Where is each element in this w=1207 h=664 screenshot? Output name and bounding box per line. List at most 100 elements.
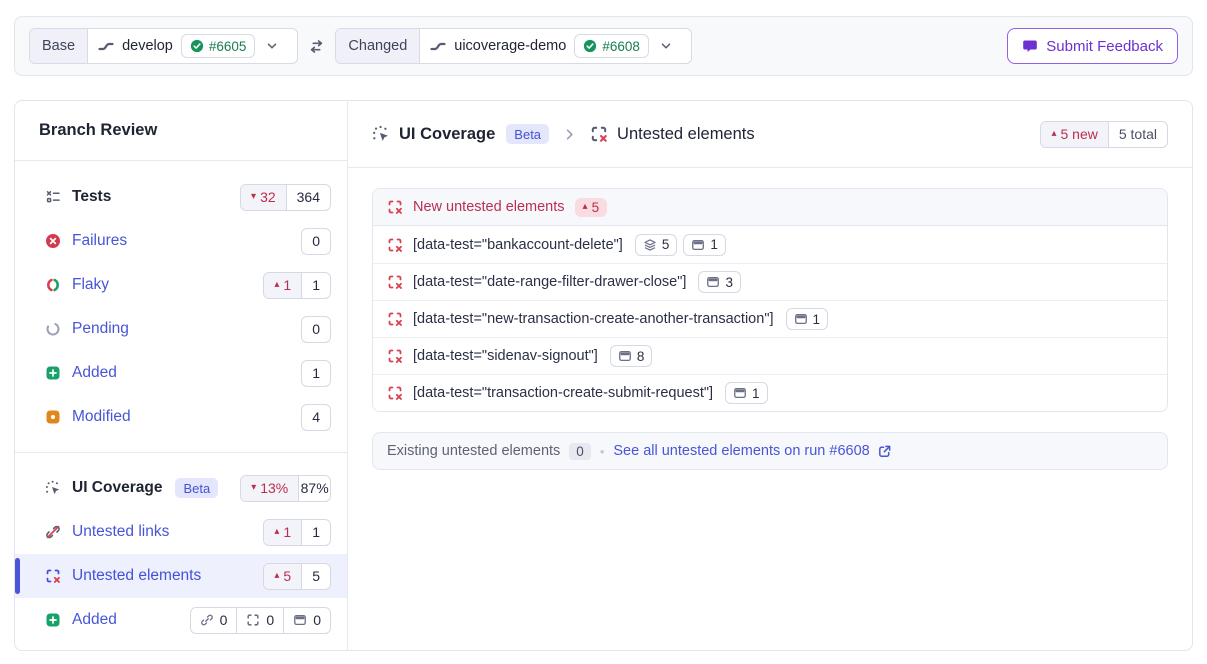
sidebar-nav: Tests ▾32 364 Failures 0 xyxy=(15,161,347,642)
untested-element-icon xyxy=(590,125,608,143)
new-count-pill: ▴5 xyxy=(575,198,608,217)
sidebar-item-label: Untested elements xyxy=(72,567,201,585)
added-icon xyxy=(45,365,61,381)
table-row[interactable]: [data-test="date-range-filter-drawer-clo… xyxy=(373,263,1167,300)
sidebar-item-untested-links[interactable]: Untested links ▴1 1 xyxy=(15,510,347,554)
table-row[interactable]: [data-test="sidenav-signout"] 8 xyxy=(373,337,1167,374)
changed-run-badge[interactable]: #6608 xyxy=(574,34,649,58)
element-selector: [data-test="sidenav-signout"] xyxy=(413,348,598,364)
element-window-icon xyxy=(618,349,632,363)
beta-badge: Beta xyxy=(175,478,218,498)
element-count-badge: 1 xyxy=(786,308,829,330)
existing-elements-count: 0 xyxy=(569,443,591,460)
changed-label: Changed xyxy=(336,29,420,63)
branch-icon xyxy=(430,38,446,54)
sidebar-title: Branch Review xyxy=(15,101,347,161)
sidebar-item-label: Added xyxy=(72,364,117,382)
sidebar-item-added-coverage[interactable]: Added 0 xyxy=(15,598,347,642)
sidebar-item-label: Pending xyxy=(72,320,129,338)
external-link-icon xyxy=(877,444,892,459)
untested-element-icon xyxy=(387,237,403,253)
table-header-label: New untested elements xyxy=(413,199,565,215)
sidebar-item-label: Added xyxy=(72,611,117,629)
element-window-icon xyxy=(691,238,705,252)
table-row[interactable]: [data-test="transaction-create-submit-re… xyxy=(373,374,1167,411)
branch-review-card: Branch Review Tests ▾32 364 xyxy=(14,100,1193,651)
layers-icon xyxy=(643,238,657,252)
ui-coverage-percent-badge: ▾13% 87% xyxy=(240,475,331,502)
chevron-right-icon xyxy=(562,127,577,142)
untested-elements-table: New untested elements ▴5 [data-test="ban… xyxy=(372,188,1168,412)
element-selector: [data-test="date-range-filter-drawer-clo… xyxy=(413,274,686,290)
sidebar-item-label: Untested links xyxy=(72,523,169,541)
untested-link-icon xyxy=(45,524,61,540)
table-row[interactable]: [data-test="bankaccount-delete"] 5 xyxy=(373,226,1167,263)
check-circle-icon xyxy=(583,39,597,53)
untested-element-icon xyxy=(387,199,403,215)
element-selector: [data-test="transaction-create-submit-re… xyxy=(413,385,713,401)
see-all-untested-label: See all untested elements on run #6608 xyxy=(613,443,869,459)
link-icon xyxy=(200,613,214,627)
sidebar-item-pending[interactable]: Pending 0 xyxy=(15,307,347,351)
swap-branches-icon[interactable] xyxy=(308,38,325,55)
compare-toolbar: Base develop #6605 Changed xyxy=(14,16,1193,76)
dot-separator: • xyxy=(600,444,605,459)
chevron-down-icon[interactable] xyxy=(263,39,287,53)
element-window-icon xyxy=(293,613,307,627)
see-all-untested-link[interactable]: See all untested elements on run #6608 xyxy=(613,443,891,459)
element-selector: [data-test="new-transaction-create-anoth… xyxy=(413,311,774,327)
pending-icon xyxy=(45,321,61,337)
failures-count-badge: 0 xyxy=(301,228,331,255)
tests-count-badge: ▾32 364 xyxy=(240,184,331,211)
chevron-down-icon[interactable] xyxy=(657,39,681,53)
existing-elements-label: Existing untested elements xyxy=(387,443,560,459)
branch-icon xyxy=(98,38,114,54)
table-header-row: New untested elements ▴5 xyxy=(373,189,1167,226)
element-brackets-icon xyxy=(246,613,260,627)
element-selector: [data-test="bankaccount-delete"] xyxy=(413,237,623,253)
flaky-icon xyxy=(45,277,61,293)
summary-badge: ▴5 new 5 total xyxy=(1040,121,1168,148)
sidebar-item-flaky[interactable]: Flaky ▴1 1 xyxy=(15,263,347,307)
check-circle-icon xyxy=(190,39,204,53)
untested-element-icon xyxy=(387,348,403,364)
added-tests-count-badge: 1 xyxy=(301,360,331,387)
changed-branch-select[interactable]: Changed uicoverage-demo #6608 xyxy=(335,28,691,64)
existing-elements-bar: Existing untested elements 0 • See all u… xyxy=(372,432,1168,470)
test-list-icon xyxy=(45,189,61,205)
speech-bubble-icon xyxy=(1022,38,1038,54)
content-header: UI Coverage Beta Untested eleme xyxy=(348,101,1192,168)
sidebar-item-added-tests[interactable]: Added 1 xyxy=(15,351,347,395)
element-count-badge: 1 xyxy=(725,382,768,404)
untested-links-count-badge: ▴1 1 xyxy=(263,519,331,546)
untested-element-icon xyxy=(387,311,403,327)
sidebar-item-failures[interactable]: Failures 0 xyxy=(15,219,347,263)
sidebar-item-tests[interactable]: Tests ▾32 364 xyxy=(15,175,347,219)
main-content: UI Coverage Beta Untested eleme xyxy=(348,101,1192,650)
modified-icon xyxy=(45,409,61,425)
element-count-badge: 8 xyxy=(610,345,653,367)
submit-feedback-button[interactable]: Submit Feedback xyxy=(1007,28,1178,64)
element-count-badge: 1 xyxy=(683,234,726,256)
element-window-icon xyxy=(733,386,747,400)
base-run-badge[interactable]: #6605 xyxy=(181,34,256,58)
sidebar-item-label: UI Coverage xyxy=(72,479,162,497)
untested-element-icon xyxy=(387,385,403,401)
untested-elements-count-badge: ▴5 5 xyxy=(263,563,331,590)
element-window-icon xyxy=(706,275,720,289)
content-body: New untested elements ▴5 [data-test="ban… xyxy=(348,168,1192,490)
table-row[interactable]: [data-test="new-transaction-create-anoth… xyxy=(373,300,1167,337)
added-coverage-counts-badge: 0 0 xyxy=(190,607,331,634)
base-branch-select[interactable]: Base develop #6605 xyxy=(29,28,298,64)
base-branch-name: develop xyxy=(122,38,173,54)
layers-count-badge: 5 xyxy=(635,234,678,256)
modified-count-badge: 4 xyxy=(301,404,331,431)
element-count-badge: 3 xyxy=(698,271,741,293)
breadcrumb-section[interactable]: UI Coverage xyxy=(399,125,495,144)
changed-branch-name: uicoverage-demo xyxy=(454,38,566,54)
flaky-count-badge: ▴1 1 xyxy=(263,272,331,299)
sidebar-item-ui-coverage[interactable]: UI Coverage Beta ▾13% 87% xyxy=(15,466,347,510)
sidebar-item-modified[interactable]: Modified 4 xyxy=(15,395,347,439)
sidebar-item-untested-elements[interactable]: Untested elements ▴5 5 xyxy=(15,554,347,598)
untested-element-icon xyxy=(45,568,61,584)
